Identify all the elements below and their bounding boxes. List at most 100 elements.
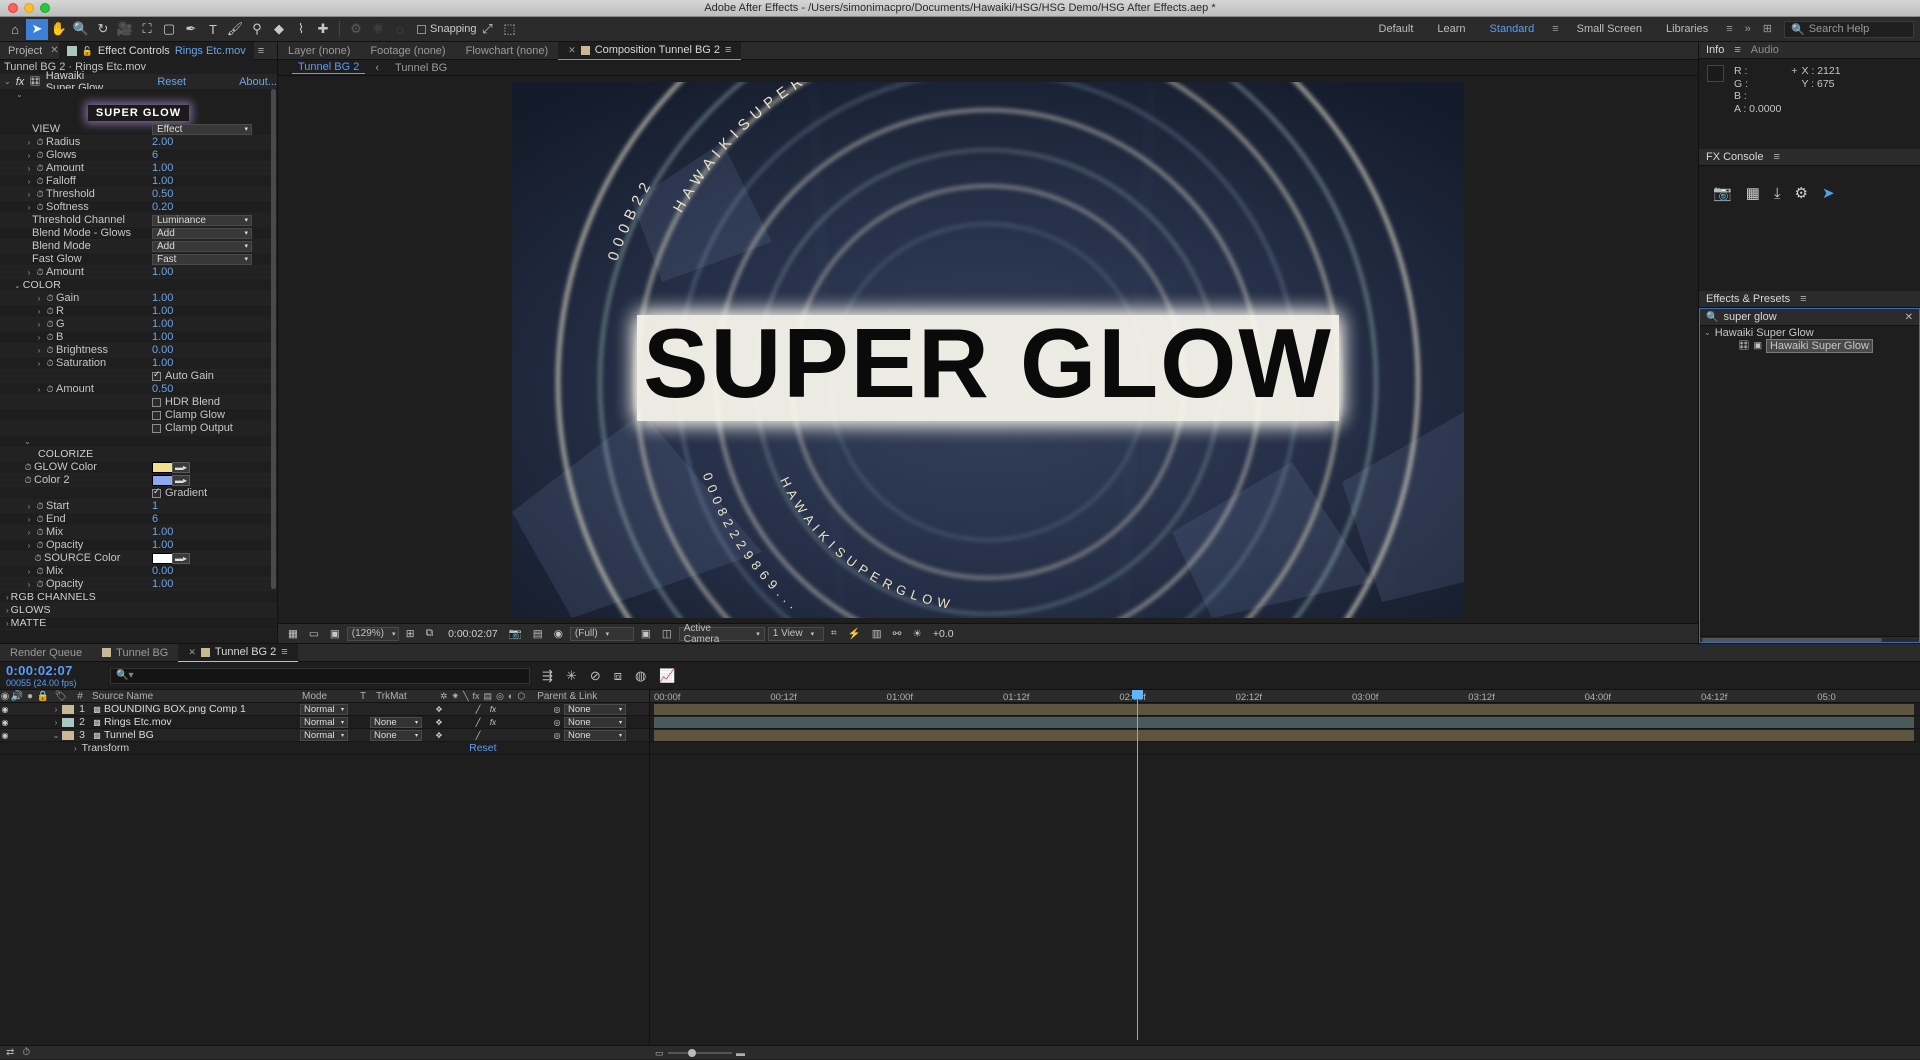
param-row-falloff-4[interactable]: › ⏱ Falloff 1.00	[0, 175, 277, 188]
timeline-zoom-slider[interactable]: ▭ ▬	[655, 1048, 745, 1059]
stopwatch-icon[interactable]: ⏱	[34, 514, 46, 525]
param-row-row-24[interactable]: ⌄	[0, 435, 277, 448]
rotation-tool-icon[interactable]: ↻	[92, 19, 114, 40]
checkbox-wrapper[interactable]: Auto Gain	[152, 369, 214, 382]
stopwatch-icon[interactable]: ⏱	[34, 566, 46, 577]
eyedropper-icon[interactable]: ▬▸	[172, 552, 190, 564]
expand-arrow-icon[interactable]: ›	[24, 203, 34, 212]
stopwatch-icon[interactable]: ⏱	[44, 293, 56, 304]
close-tab-icon[interactable]: ✕	[568, 41, 576, 59]
param-row-end-30[interactable]: › ⏱ End 6	[0, 513, 277, 526]
stopwatch-icon[interactable]: ⏱	[34, 202, 46, 213]
layer-label-color[interactable]	[62, 704, 74, 714]
toggle-transparency-grid-icon[interactable]: ▦	[284, 626, 302, 641]
expand-layer-icon[interactable]: ⌄	[50, 731, 62, 740]
tab-effect-controls[interactable]: 🔓 Effect Controls Rings Etc.mov	[58, 41, 254, 60]
quality-switch-icon[interactable]: ╱	[472, 731, 484, 740]
timeline-current-time[interactable]: 0:00:02:07 00055 (24.00 fps)	[0, 663, 110, 688]
stopwatch-icon[interactable]: ⏱	[44, 358, 56, 369]
workspace-standard[interactable]: Standard	[1478, 17, 1547, 42]
param-row-matte-38[interactable]: › MATTE	[0, 617, 277, 630]
param-row-glows-2[interactable]: › ⏱ Glows 6	[0, 149, 277, 162]
track-row[interactable]	[650, 716, 1920, 729]
about-effect-button[interactable]: About...	[239, 76, 277, 88]
stopwatch-icon[interactable]: ⏱	[44, 332, 56, 343]
resolution-select[interactable]: (Full) ▾	[569, 626, 634, 641]
checkbox-wrapper[interactable]: Gradient	[152, 486, 207, 499]
select-blend-mode[interactable]: Add ▾	[152, 240, 252, 252]
close-tab-icon[interactable]: ✕	[50, 45, 58, 56]
comp-tab-footage-none-[interactable]: Footage (none)	[360, 42, 455, 60]
param-row-opacity-32[interactable]: › ⏱ Opacity 1.00	[0, 539, 277, 552]
effects-presets-menu-icon[interactable]: ≡	[1800, 293, 1806, 305]
param-row-amount-11[interactable]: › ⏱ Amount 1.00	[0, 266, 277, 279]
transform-reset-button[interactable]: Reset	[469, 742, 496, 754]
layer-parent-select[interactable]: None ▾	[564, 716, 626, 728]
param-value[interactable]: 6	[152, 513, 158, 525]
expand-layer-icon[interactable]: ›	[50, 718, 62, 727]
hand-tool-icon[interactable]: ✋	[48, 19, 70, 40]
effect-parameters-list[interactable]: ⌄ SUPER GLOW VIEW Effect ▾ › ⏱ Radius 2.00 › ⏱ Gl…	[0, 89, 277, 643]
current-time-indicator[interactable]	[1132, 690, 1144, 1040]
current-time-display[interactable]: 0:00:02:07	[444, 626, 502, 641]
expand-arrow-icon[interactable]: ›	[34, 320, 44, 329]
comp-subtab-tunnel-bg-2[interactable]: Tunnel BG 2	[292, 61, 366, 74]
param-row-opacity-35[interactable]: › ⏱ Opacity 1.00	[0, 578, 277, 591]
toggle-transparency-icon[interactable]: ◫	[658, 626, 676, 641]
comp-flowchart-icon[interactable]: ⚯	[889, 626, 906, 641]
param-value[interactable]: 2.00	[152, 136, 173, 148]
timeline-ruler[interactable]: 00:00f00:12f01:00f01:12f02:00f02:12f03:0…	[650, 690, 1920, 703]
eye-icon[interactable]: ◉	[0, 731, 10, 740]
snapping-toggle[interactable]: Snapping	[417, 23, 477, 35]
eraser-tool-icon[interactable]: ◆	[268, 19, 290, 40]
param-row-colorize-25[interactable]: COLORIZE	[0, 448, 277, 461]
expand-arrow-icon[interactable]: ›	[24, 515, 34, 524]
stopwatch-icon[interactable]: ⏱	[34, 579, 46, 590]
3d-layer-switch-icon[interactable]: ✥	[432, 718, 446, 727]
layer-mode-select[interactable]: Normal ▾	[300, 703, 348, 715]
param-row-glows-37[interactable]: › GLOWS	[0, 604, 277, 617]
stopwatch-icon[interactable]: ⏱	[34, 267, 46, 278]
tab-info[interactable]: Info	[1706, 44, 1724, 56]
param-row-threshold-5[interactable]: › ⏱ Threshold 0.50	[0, 188, 277, 201]
effect-group-caret[interactable]: ⌄	[0, 89, 277, 99]
timeline-tab-render-queue[interactable]: Render Queue	[0, 644, 92, 662]
stopwatch-icon[interactable]: ⏱	[44, 306, 56, 317]
roto-brush-tool-icon[interactable]: ⌇	[290, 19, 312, 40]
parent-pickwhip-icon[interactable]: ◎	[550, 718, 564, 727]
brush-tool-icon[interactable]: 🖌	[224, 19, 246, 40]
clear-search-icon[interactable]: ✕	[1905, 312, 1913, 323]
layer-mode-select[interactable]: Normal ▾	[300, 716, 348, 728]
param-row-start-29[interactable]: › ⏱ Start 1	[0, 500, 277, 513]
timeline-layer-rows[interactable]: ◉ › 1 ▩ BOUNDING BOX.png Comp 1 Normal ▾ ✥ ╱ fx ◎ N…	[0, 703, 649, 755]
chevron-down-icon[interactable]: ⌄	[1704, 328, 1711, 337]
reset-effect-button[interactable]: Reset	[157, 76, 186, 88]
table-row[interactable]: ◉ › 2 ▩ Rings Etc.mov Normal ▾ None ▾ ✥ ╱ fx ◎ None ▾	[0, 716, 649, 729]
toggle-snapshot-icon[interactable]: ▣	[326, 626, 344, 641]
graph-editor-icon[interactable]: 📈	[659, 668, 675, 684]
expand-arrow-icon[interactable]: ›	[24, 580, 34, 589]
contact-sheet-icon[interactable]: ▦	[1746, 184, 1760, 202]
param-row-mix-34[interactable]: › ⏱ Mix 0.00	[0, 565, 277, 578]
stopwatch-icon[interactable]: ⏱	[34, 176, 46, 187]
transform-property-row[interactable]: › Transform Reset	[0, 742, 649, 755]
expand-arrow-icon[interactable]: ›	[34, 294, 44, 303]
stopwatch-icon[interactable]: ⏱	[44, 384, 56, 395]
frame-render-time-icon[interactable]: ⏱	[22, 1047, 30, 1058]
param-row-mix-31[interactable]: › ⏱ Mix 1.00	[0, 526, 277, 539]
param-value[interactable]: 1.00	[152, 578, 173, 590]
param-value[interactable]: 1.00	[152, 305, 173, 317]
parent-pickwhip-icon[interactable]: ◎	[550, 705, 564, 714]
param-value[interactable]: 1.00	[152, 162, 173, 174]
chevron-icon[interactable]: ›	[0, 593, 9, 602]
param-value[interactable]: 0.00	[152, 565, 173, 577]
workspace-libraries[interactable]: Libraries	[1654, 17, 1720, 42]
param-value[interactable]: 1.00	[152, 292, 173, 304]
expand-arrow-icon[interactable]: ›	[34, 346, 44, 355]
stopwatch-icon[interactable]: ⏱	[34, 137, 46, 148]
exposure-value[interactable]: +0.0	[929, 626, 958, 641]
camera-tool-icon[interactable]: 🎥	[114, 19, 136, 40]
lock-icon[interactable]: 🔓	[82, 42, 93, 60]
param-value[interactable]: 6	[152, 149, 158, 161]
param-row-brightness-17[interactable]: › ⏱ Brightness 0.00	[0, 344, 277, 357]
